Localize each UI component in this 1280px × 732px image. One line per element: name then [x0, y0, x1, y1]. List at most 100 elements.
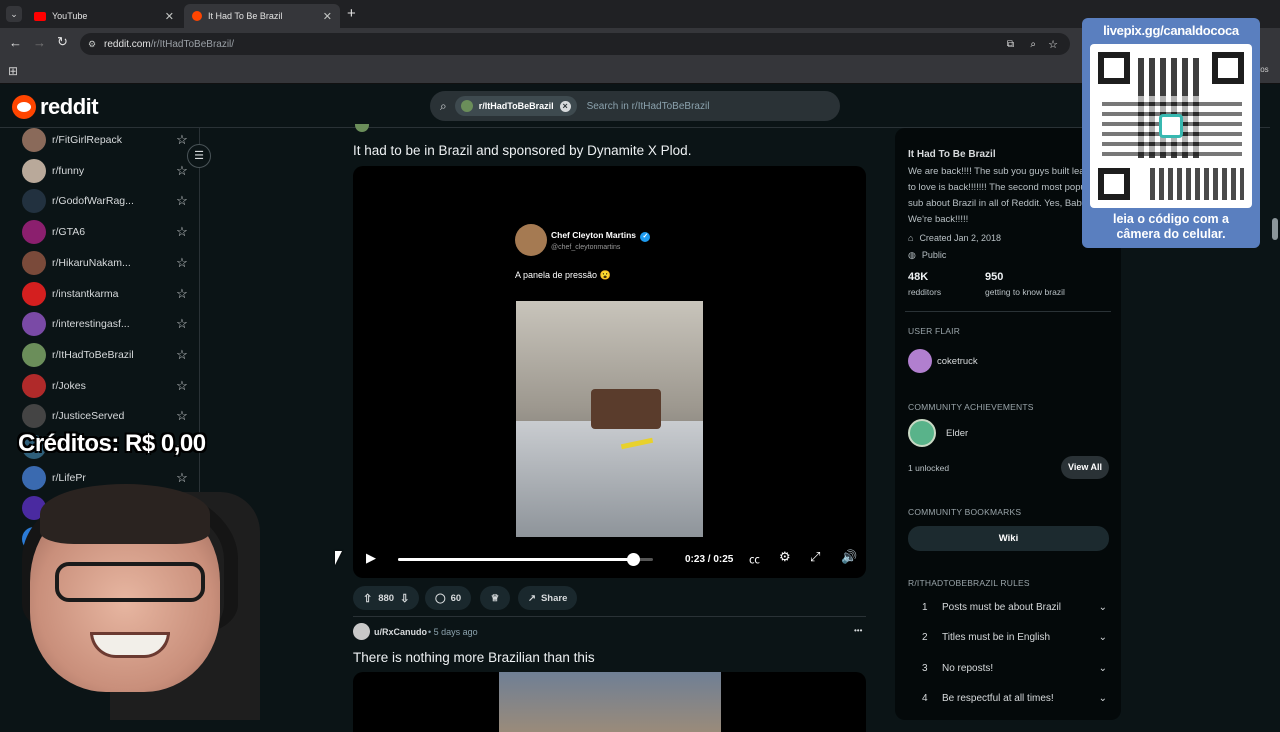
bookmark-star-icon[interactable]: ☆	[1048, 38, 1058, 51]
seek-handle[interactable]	[626, 553, 640, 566]
reddit-logo[interactable]: reddit	[12, 94, 99, 120]
page-scrollbar-thumb[interactable]	[1272, 218, 1278, 240]
favorite-star-icon[interactable]: ☆	[172, 163, 192, 179]
community-avatar	[22, 128, 46, 152]
search-placeholder: Search in r/ItHadToBeBrazil	[586, 100, 710, 112]
search-community-chip[interactable]: r/ItHadToBeBrazil ×	[454, 96, 577, 116]
tab-search-button[interactable]: ⌄	[6, 6, 22, 22]
forward-icon[interactable]: →	[33, 35, 46, 50]
favorite-star-icon[interactable]: ☆	[172, 316, 192, 332]
reddit-icon	[192, 11, 202, 21]
qr-bottom-text-1: leia o código com a	[1113, 212, 1229, 226]
chevron-down-icon[interactable]: ⌄	[1099, 663, 1107, 674]
user-flair-label[interactable]: coketruck	[937, 356, 978, 367]
sidebar-item-community[interactable]: r/FitGirlRepack ☆	[22, 127, 192, 153]
downvote-icon[interactable]: ⇩	[400, 592, 409, 605]
chevron-down-icon[interactable]: ⌄	[1099, 602, 1107, 613]
comment-count: 60	[450, 592, 462, 604]
rule-text: Be respectful at all times!	[942, 693, 1054, 704]
favorite-star-icon[interactable]: ☆	[172, 255, 192, 271]
captions-icon[interactable]: ㏄	[749, 551, 760, 567]
sidebar-item-label: r/funny	[52, 164, 85, 177]
mouse-cursor-icon	[335, 551, 342, 565]
online-label: getting to know brazil	[985, 287, 1065, 297]
qr-bottom-text-2: câmera do celular.	[1116, 227, 1226, 241]
tab-youtube[interactable]: YouTube ✕	[26, 4, 182, 28]
sidebar-menu-toggle[interactable]: ☰	[187, 144, 211, 168]
tweet-text: A panela de pressão 😮	[515, 270, 611, 280]
new-tab-button[interactable]: +	[347, 5, 356, 22]
back-icon[interactable]: ←	[9, 35, 22, 50]
webcam-glasses	[55, 562, 205, 602]
zoom-icon[interactable]: ⌕	[1030, 39, 1036, 50]
seek-bar[interactable]	[398, 553, 653, 566]
rule-item[interactable]: 3 No reposts! ⌄	[922, 656, 1107, 680]
reddit-snoo-icon	[12, 95, 36, 119]
rule-item[interactable]: 2 Titles must be in English ⌄	[922, 626, 1107, 650]
favorite-star-icon[interactable]: ☆	[172, 193, 192, 209]
sidebar-item-community[interactable]: r/HikaruNakam... ☆	[22, 250, 192, 276]
sidebar-item-community[interactable]: r/JusticeServed ☆	[22, 403, 192, 429]
post2-more-icon[interactable]: •••	[854, 626, 862, 635]
close-tab-icon[interactable]: ✕	[165, 10, 174, 23]
sidebar-item-community[interactable]: r/GodofWarRag... ☆	[22, 188, 192, 214]
chevron-down-icon[interactable]: ⌄	[1099, 693, 1107, 704]
play-button[interactable]: ▶	[366, 550, 376, 566]
page-scrollbar-track[interactable]	[1270, 84, 1280, 720]
view-all-button[interactable]: View All	[1061, 456, 1109, 479]
tab-it-had-to-be-brazil[interactable]: It Had To Be Brazil ✕	[184, 4, 340, 28]
video-player[interactable]: Chef Cleyton Martins ✓ @chef_cleytonmart…	[353, 166, 866, 578]
community-avatar	[22, 312, 46, 337]
favorite-star-icon[interactable]: ☆	[172, 408, 192, 424]
fullscreen-icon[interactable]: ⤢	[810, 549, 820, 565]
post2-title[interactable]: There is nothing more Brazilian than thi…	[353, 650, 595, 665]
rule-text: Posts must be about Brazil	[942, 601, 1061, 613]
livepix-logo-icon	[1159, 114, 1183, 138]
search-bar[interactable]: ⌕ r/ItHadToBeBrazil × Search in r/ItHadT…	[430, 91, 840, 121]
wiki-button[interactable]: Wiki	[908, 526, 1109, 551]
favorite-star-icon[interactable]: ☆	[172, 286, 192, 302]
share-button[interactable]: ↗ Share	[518, 586, 578, 610]
clear-chip-icon[interactable]: ×	[559, 100, 571, 112]
community-avatar	[22, 342, 46, 367]
sidebar-item-label: r/ItHadToBeBrazil	[52, 348, 134, 361]
site-info-icon[interactable]: ⚙	[88, 39, 96, 50]
rule-item[interactable]: 1 Posts must be about Brazil ⌄	[922, 595, 1107, 619]
apps-grid-icon[interactable]: ⊞	[8, 64, 18, 78]
rule-item[interactable]: 4 Be respectful at all times! ⌄	[922, 687, 1107, 711]
volume-icon[interactable]: 🔊	[841, 549, 857, 565]
reload-icon[interactable]: ↻	[57, 34, 68, 50]
post2-avatar[interactable]	[353, 623, 370, 640]
post2-media[interactable]	[353, 672, 866, 732]
upvote-icon[interactable]: ⇧	[363, 592, 372, 605]
community-avatar	[460, 100, 473, 112]
settings-gear-icon[interactable]: ⚙	[779, 549, 791, 565]
sidebar-item-community[interactable]: r/ItHadToBeBrazil ☆	[22, 342, 192, 368]
post2-author[interactable]: u/RxCanudo	[374, 627, 427, 637]
community-description: We are back!!!! The sub you guys built l…	[908, 166, 1104, 225]
bookmarks-heading: COMMUNITY BOOKMARKS	[908, 507, 1022, 517]
close-tab-icon[interactable]: ✕	[323, 10, 332, 23]
favorite-star-icon[interactable]: ☆	[172, 132, 192, 148]
video-time: 0:23 / 0:25	[685, 554, 734, 565]
flair-avatar[interactable]	[908, 349, 932, 373]
stove-shape	[516, 421, 703, 537]
post1-title[interactable]: It had to be in Brazil and sponsored by …	[353, 143, 691, 158]
sidebar-item-community[interactable]: r/Jokes ☆	[22, 373, 192, 399]
chevron-down-icon[interactable]: ⌄	[1099, 632, 1107, 643]
award-button[interactable]: ♕	[480, 586, 510, 610]
sidebar-item-community[interactable]: r/instantkarma ☆	[22, 281, 192, 307]
address-bar[interactable]: ⚙ reddit.com/r/ItHadToBeBrazil/ ⧉ ⌕ ☆	[80, 33, 1070, 55]
install-app-icon[interactable]: ⧉	[1007, 39, 1014, 50]
favorite-star-icon[interactable]: ☆	[172, 224, 192, 240]
qr-top-text: livepix.gg/canaldococa	[1103, 23, 1239, 38]
rule-number: 1	[922, 601, 928, 613]
favorite-star-icon[interactable]: ☆	[172, 347, 192, 363]
favorite-star-icon[interactable]: ☆	[172, 378, 192, 394]
sidebar-item-community[interactable]: r/funny ☆	[22, 158, 192, 184]
comments-button[interactable]: ◯ 60	[425, 586, 472, 610]
sidebar-item-community[interactable]: r/GTA6 ☆	[22, 219, 192, 245]
user-flair-heading: USER FLAIR	[908, 326, 961, 336]
sidebar-item-community[interactable]: r/interestingasf... ☆	[22, 311, 192, 337]
qr-code-image	[1090, 44, 1252, 208]
